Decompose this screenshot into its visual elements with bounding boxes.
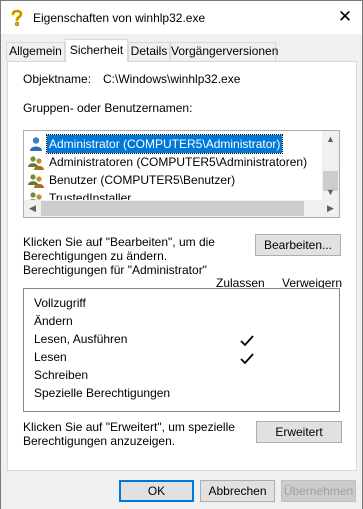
permission-name: Schreiben <box>34 368 89 382</box>
object-name-label: Objektname: <box>23 72 92 86</box>
tab-strip: Allgemein Sicherheit Details Vorgängerve… <box>1 39 362 62</box>
scroll-left-arrow-icon[interactable]: ◀ <box>24 200 41 217</box>
close-button[interactable]: ✕ <box>328 1 362 34</box>
permission-name: Vollzugriff <box>34 296 86 310</box>
permissions-header: Berechtigungen für "Administrator" <box>23 263 207 277</box>
allow-checkmark-icon <box>239 333 255 349</box>
list-item-label: Administratoren (COMPUTER5\Administrator… <box>49 155 308 169</box>
advanced-button[interactable]: Erweitert <box>256 421 342 443</box>
tab-details[interactable]: Details <box>128 42 170 61</box>
security-panel: Objektname: C:\Windows\winhlp32.exe Grup… <box>7 61 357 471</box>
groups-listbox[interactable]: Administrator (COMPUTER5\Administrator) … <box>23 130 340 218</box>
help-file-icon <box>9 9 25 27</box>
properties-window: Eigenschaften von winhlp32.exe ✕ Allgeme… <box>0 0 363 509</box>
edit-hint-line2: Berechtigungen zu ändern. <box>23 249 168 263</box>
list-item-label: Administrator (COMPUTER5\Administrator) <box>45 134 284 154</box>
advanced-hint-line2: Berechtigungen anzuzeigen. <box>23 434 176 448</box>
apply-button[interactable]: Übernehmen <box>281 480 356 502</box>
horizontal-scroll-thumb[interactable] <box>41 201 304 216</box>
title-bar: Eigenschaften von winhlp32.exe ✕ <box>1 1 362 34</box>
advanced-hint-line1: Klicken Sie auf "Erweitert", um speziell… <box>23 420 235 434</box>
permission-name: Ändern <box>34 314 73 328</box>
permission-name: Spezielle Berechtigungen <box>34 386 171 400</box>
tab-allgemein[interactable]: Allgemein <box>6 42 65 61</box>
permission-name: Lesen <box>34 350 67 364</box>
ok-button[interactable]: OK <box>119 480 194 502</box>
window-title: Eigenschaften von winhlp32.exe <box>33 11 206 25</box>
object-name-value: C:\Windows\winhlp32.exe <box>103 72 241 86</box>
tab-sicherheit[interactable]: Sicherheit <box>65 39 128 62</box>
edit-hint-line1: Klicken Sie auf "Bearbeiten", um die <box>23 235 215 249</box>
vertical-scrollbar[interactable]: ▲ ▼ <box>322 131 339 201</box>
user-group-icon <box>28 172 44 188</box>
list-item-label: Benutzer (COMPUTER5\Benutzer) <box>49 173 236 187</box>
advanced-button-label: Erweitert <box>275 425 323 439</box>
scroll-right-arrow-icon[interactable]: ▶ <box>322 200 339 217</box>
tab-vorgaengerversionen[interactable]: Vorgängerversionen <box>170 42 278 61</box>
scroll-up-arrow-icon[interactable]: ▲ <box>322 131 339 148</box>
list-item[interactable]: Administratoren (COMPUTER5\Administrator… <box>26 153 319 171</box>
edit-button-label: Bearbeiten... <box>263 238 333 252</box>
permission-name: Lesen, Ausführen <box>34 332 128 346</box>
edit-button[interactable]: Bearbeiten... <box>255 234 341 256</box>
user-group-icon <box>28 154 44 170</box>
horizontal-scrollbar[interactable]: ◀ ▶ <box>24 200 339 217</box>
dialog-footer: OK Abbrechen Übernehmen <box>1 471 362 509</box>
list-item[interactable]: Benutzer (COMPUTER5\Benutzer) <box>26 171 319 189</box>
single-user-icon <box>28 136 44 152</box>
allow-checkmark-icon <box>239 351 255 367</box>
list-item[interactable]: Administrator (COMPUTER5\Administrator) <box>26 134 319 154</box>
scroll-down-arrow-icon[interactable]: ▼ <box>322 184 339 201</box>
permissions-list: Vollzugriff Ändern Lesen, Ausführen Lese… <box>23 288 340 412</box>
groups-label: Gruppen- oder Benutzernamen: <box>23 101 193 115</box>
cancel-button[interactable]: Abbrechen <box>200 480 275 502</box>
